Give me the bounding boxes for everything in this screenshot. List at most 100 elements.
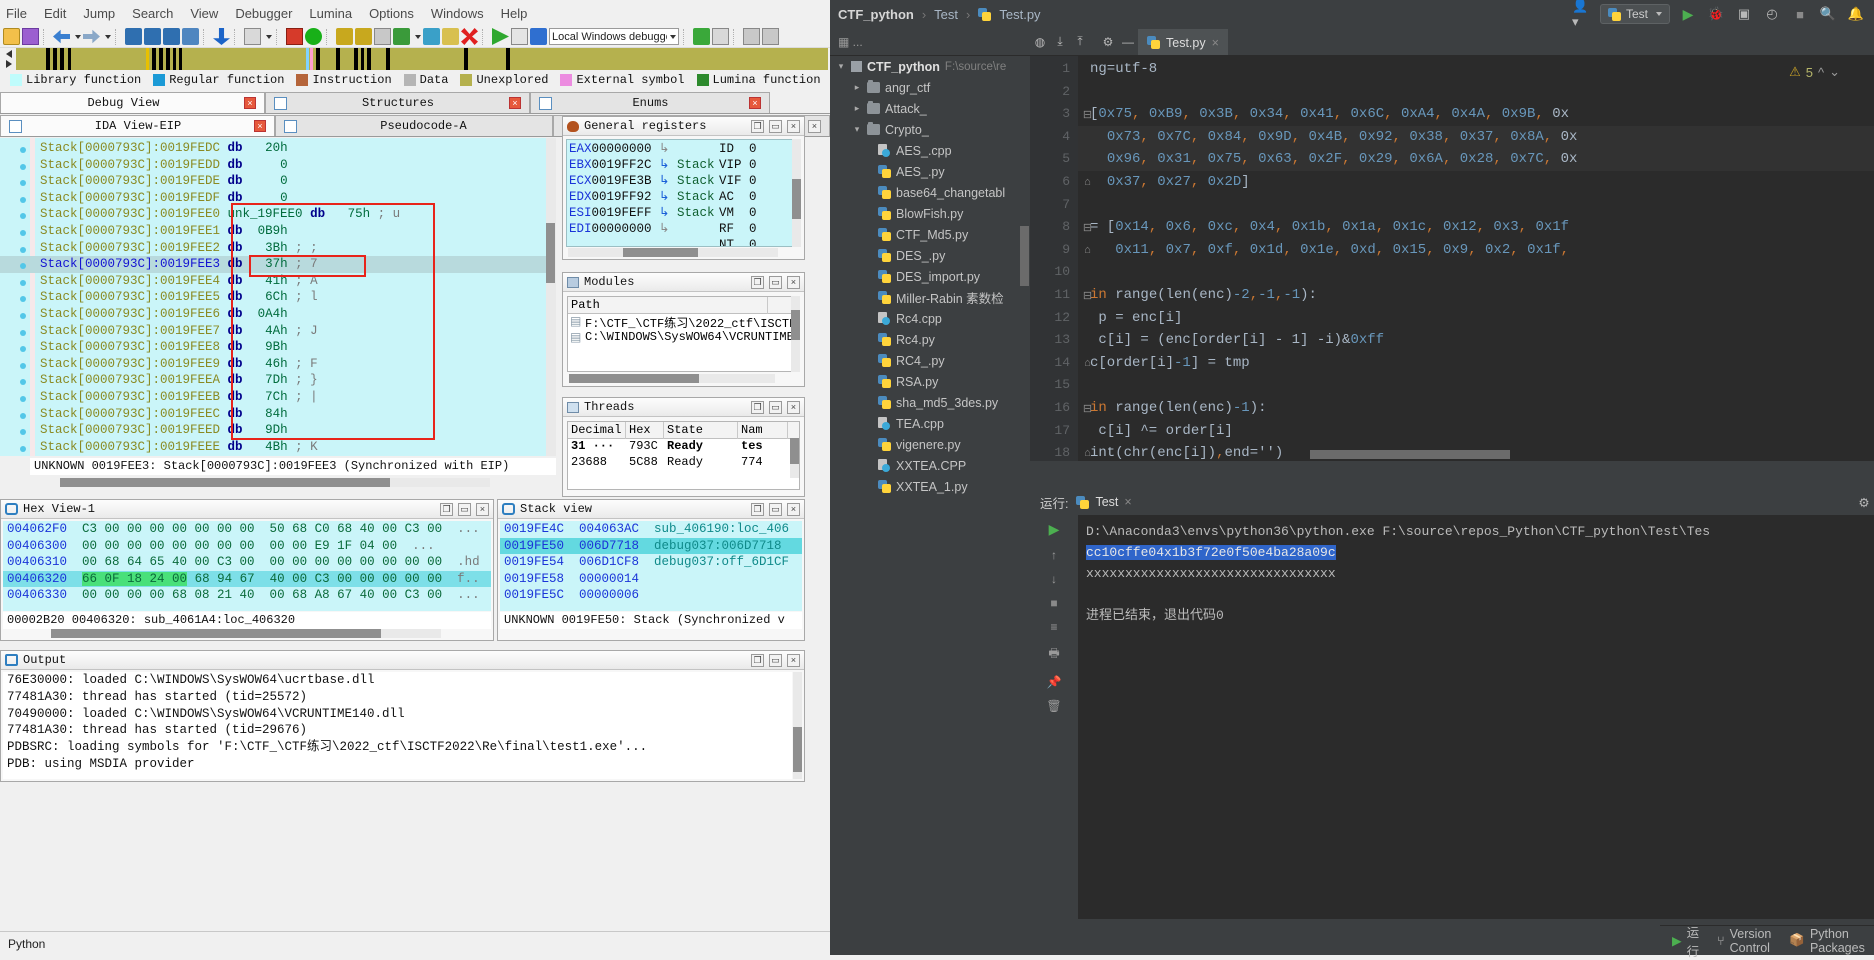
register-row[interactable]: ECX0019FE3B ↳ Stack xyxy=(569,173,715,189)
undefine-icon[interactable] xyxy=(423,28,440,45)
search-binary-icon[interactable] xyxy=(125,28,142,45)
register-row[interactable]: ESI0019FEFF ↳ Stack xyxy=(569,205,715,221)
code-line[interactable]: 0x11, 0x7, 0xf, 0x1d, 0x1e, 0xd, 0x15, 0… xyxy=(1078,239,1874,262)
disasm-line[interactable]: Stack[0000793C]:0019FEEC db 84h xyxy=(0,406,556,423)
ascii-dropdown-icon[interactable] xyxy=(266,34,272,39)
project-tree[interactable]: ▾ CTF_python F:\source\re ▸ angr_ctf ▸ Atta… xyxy=(830,56,1030,919)
modules-content[interactable]: Path ▤ F:\CTF_\CTF练习\2022_ctf\ISCTF ▤ C:\WI… xyxy=(567,296,800,372)
editor-gutter[interactable]: 1 2 3 4 5 6 7 8 9 10 11 12 13 14 15 16 17 18 xyxy=(1030,56,1078,461)
disasm-hscrollbar[interactable] xyxy=(60,478,490,487)
output-rows[interactable]: 76E30000: loaded C:\WINDOWS\SysWOW64\ucr… xyxy=(3,672,792,779)
stack-row[interactable]: 0019FE50 006D7718 debug037:006D7718 xyxy=(500,537,802,554)
table-row[interactable]: 31 ··· 793C Ready tes xyxy=(568,439,799,455)
disasm-line[interactable]: Stack[0000793C]:0019FEE9 db 46h ; F xyxy=(0,356,556,373)
scroll-down-button[interactable]: ↓ xyxy=(1051,572,1057,586)
maximize-icon[interactable]: ▭ xyxy=(769,502,782,516)
module-row[interactable]: ▤ C:\WINDOWS\SysWOW64\VCRUNTIME xyxy=(568,330,799,346)
menu-windows[interactable]: Windows xyxy=(431,6,484,21)
open-file-icon[interactable] xyxy=(3,28,20,45)
chevron-down-icon[interactable]: ⌄ xyxy=(1829,64,1840,80)
close-icon[interactable]: × xyxy=(749,97,761,109)
tree-item-aes-cpp[interactable]: AES_.cpp xyxy=(830,140,1030,161)
module-row[interactable]: ▤ F:\CTF_\CTF练习\2022_ctf\ISCTF xyxy=(568,314,799,330)
delete-icon[interactable] xyxy=(461,28,478,45)
code-fold-icon[interactable]: ⊟ xyxy=(1082,289,1093,302)
code-fold-icon[interactable]: ⊟ xyxy=(1082,108,1093,121)
disasm-line[interactable]: Stack[0000793C]:0019FEE0 unk_19FEE0 db 7… xyxy=(0,206,556,223)
disasm-line[interactable]: Stack[0000793C]:0019FEDE db 0 xyxy=(0,173,556,190)
register-row[interactable]: EBX0019FF2C ↳ Stack xyxy=(569,157,715,173)
refresh-icon[interactable] xyxy=(693,28,710,45)
status-python-packages[interactable]: 📦 Python Packages xyxy=(1789,927,1864,955)
maximize-icon[interactable]: ▭ xyxy=(458,502,471,516)
tree-item-rc4-py[interactable]: RC4_.py xyxy=(830,350,1030,371)
layout-icon[interactable] xyxy=(743,28,760,45)
code-area[interactable]: ng=utf-8 [0x75, 0xB9, 0x3B, 0x34, 0x41, 0… xyxy=(1078,56,1874,461)
disassembly-view[interactable]: Stack[0000793C]:0019FEDC db 20h Stack[000… xyxy=(0,138,556,456)
close-icon[interactable]: × xyxy=(1212,36,1219,50)
code-line[interactable]: in range(len(enc)-1): xyxy=(1078,397,1874,420)
user-account-icon[interactable]: 👤▾ xyxy=(1572,0,1592,29)
tree-item-sha-md5-3des-py[interactable]: sha_md5_3des.py xyxy=(830,392,1030,413)
disasm-line[interactable]: Stack[0000793C]:0019FEEE db 4Bh ; K xyxy=(0,439,556,456)
close-icon[interactable]: × xyxy=(787,119,800,133)
editor-hscrollbar[interactable] xyxy=(1310,450,1730,459)
run-button[interactable]: ▶ xyxy=(1678,4,1698,24)
code-line[interactable] xyxy=(1078,81,1874,104)
hide-panel-icon[interactable]: — xyxy=(1118,32,1138,52)
scroll-up-button[interactable]: ↑ xyxy=(1051,548,1057,562)
status-run[interactable]: ▶ 运行 xyxy=(1672,922,1699,960)
debug-stop-icon[interactable] xyxy=(530,28,547,45)
notifications-icon[interactable]: 🔔 xyxy=(1846,4,1866,24)
hex-row[interactable]: 004062F0 C3 00 00 00 00 00 00 00 50 68 C… xyxy=(3,521,491,538)
disasm-line[interactable]: Stack[0000793C]:0019FEE2 db 3Bh ; ; xyxy=(0,240,556,257)
make-string-icon[interactable] xyxy=(374,28,391,45)
register-row[interactable]: EDX0019FF92 ↳ Stack xyxy=(569,189,715,205)
register-row[interactable]: EDI00000000 ↳ xyxy=(569,221,715,237)
maximize-icon[interactable]: ▭ xyxy=(769,400,782,414)
make-code-icon[interactable] xyxy=(336,28,353,45)
code-fold-icon[interactable]: ⌂ xyxy=(1082,244,1093,256)
stack-row[interactable]: 0019FE54 006D1CF8 debug037:off_6D1CF xyxy=(500,554,802,571)
maximize-icon[interactable]: ▭ xyxy=(769,119,782,133)
navigator-strip[interactable] xyxy=(16,48,828,70)
tree-twisty-icon[interactable]: ▸ xyxy=(852,103,862,114)
search-text-icon[interactable] xyxy=(144,28,161,45)
tree-item-des-py[interactable]: DES_.py xyxy=(830,245,1030,266)
close-icon[interactable]: × xyxy=(509,97,521,109)
hex-rows[interactable]: 004062F0 C3 00 00 00 00 00 00 00 50 68 C… xyxy=(3,521,491,611)
stack-rows[interactable]: 0019FE4C 004063AC sub_406190:loc_406 0019… xyxy=(500,521,802,611)
stack-row[interactable]: 0019FE58 00000014 xyxy=(500,571,802,588)
ascii-icon[interactable] xyxy=(244,28,261,45)
register-row[interactable]: EAX00000000 ↳ xyxy=(569,141,715,157)
forward-arrow-icon[interactable] xyxy=(83,29,100,44)
save-icon[interactable] xyxy=(22,28,39,45)
disasm-line[interactable]: Stack[0000793C]:0019FEE7 db 4Ah ; J xyxy=(0,323,556,340)
flag-row[interactable]: VM 0 xyxy=(719,205,757,221)
forward-dropdown-icon[interactable] xyxy=(105,34,111,39)
close-icon[interactable]: × xyxy=(808,119,821,133)
code-line[interactable]: c[order[i]-1] = tmp xyxy=(1078,352,1874,375)
code-line[interactable]: 0x37, 0x27, 0x2D] xyxy=(1078,171,1874,194)
restore-icon[interactable]: ❐ xyxy=(751,400,764,414)
jump-down-icon[interactable] xyxy=(213,28,230,45)
tab-structures[interactable]: Structures × xyxy=(265,92,530,113)
tree-item-attack-[interactable]: ▸ Attack_ xyxy=(830,98,1030,119)
menu-edit[interactable]: Edit xyxy=(44,6,66,21)
menu-debugger[interactable]: Debugger xyxy=(235,6,292,21)
menu-view[interactable]: View xyxy=(190,6,218,21)
back-dropdown-icon[interactable] xyxy=(75,34,81,39)
tree-item-rc4-cpp[interactable]: Rc4.cpp xyxy=(830,308,1030,329)
inspection-summary[interactable]: ⚠ 5 ^ ⌄ xyxy=(1789,64,1840,80)
close-icon[interactable]: × xyxy=(787,275,800,289)
tree-vscrollbar[interactable] xyxy=(1020,226,1029,556)
restore-icon[interactable]: ❐ xyxy=(751,119,764,133)
debug-pause-icon[interactable] xyxy=(511,28,528,45)
disasm-line[interactable]: Stack[0000793C]:0019FEEA db 7Dh ; } xyxy=(0,372,556,389)
code-line[interactable]: 0x73, 0x7C, 0x84, 0x9D, 0x4B, 0x92, 0x38… xyxy=(1078,125,1874,149)
run-console-output[interactable]: D:\Anaconda3\envs\python36\python.exe F:… xyxy=(1078,515,1874,919)
disasm-line[interactable]: Stack[0000793C]:0019FEDD db 0 xyxy=(0,157,556,174)
code-line[interactable] xyxy=(1078,374,1874,397)
tree-twisty-icon[interactable]: ▾ xyxy=(852,124,862,135)
threads-vscrollbar[interactable] xyxy=(790,438,799,478)
